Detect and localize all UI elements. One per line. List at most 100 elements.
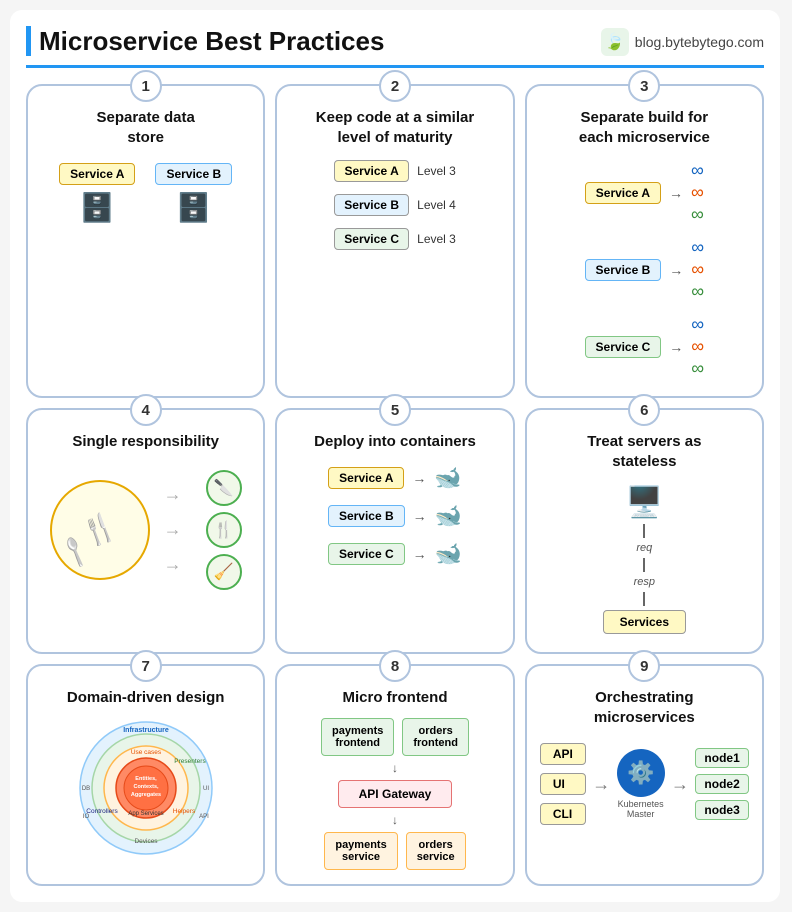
svg-text:Devices: Devices	[134, 838, 158, 845]
orch-cli-label: CLI	[540, 803, 586, 825]
card-9: 9 Orchestratingmicroservices API UI CLI …	[525, 664, 764, 886]
cards-grid: 1 Separate datastore Service A 🗄️ Servic…	[26, 84, 764, 886]
services-bottom-row: paymentsservice ordersservice	[324, 832, 465, 870]
line-req	[643, 524, 645, 538]
db-b-icon: 🗄️	[176, 191, 211, 224]
arrow-c: →	[669, 339, 683, 355]
line-services	[643, 592, 645, 606]
build-row-c: Service C → ∞ ∞ ∞	[585, 314, 705, 379]
deploy-svc-a: Service A	[328, 467, 404, 489]
svg-text:Contexts,: Contexts,	[133, 784, 159, 790]
monitor-icon: 🖥️	[626, 485, 663, 520]
svg-text:Aggregates: Aggregates	[131, 792, 161, 798]
payments-service-box: paymentsservice	[324, 832, 397, 870]
tools-circle: 🍴 🥄	[50, 480, 150, 580]
deploy-arrow-b: →	[413, 508, 427, 524]
services-box: Services	[603, 610, 686, 634]
ddd-diagram: Infrastructure Presenters Helpers Use ca…	[76, 718, 216, 858]
card-4-number: 4	[130, 394, 162, 426]
svg-text:Controllers: Controllers	[86, 808, 118, 815]
card-1-number: 1	[130, 70, 162, 102]
svg-text:Entities,: Entities,	[135, 776, 157, 782]
responsibility-diagram: 🍴 🥄 → → → 🔪 🍴 🧹	[38, 462, 253, 598]
req-label: req	[636, 542, 652, 554]
docker-icon-b: 🐋	[435, 503, 462, 529]
level-row-c: Service C Level 3	[334, 228, 456, 250]
tool-2: 🍴	[206, 512, 242, 548]
card-8-body: paymentsfrontend ordersfrontend ↓ API Ga…	[287, 718, 502, 870]
deploy-arrow-a: →	[412, 470, 426, 486]
deploy-row-c: Service C → 🐋	[328, 541, 462, 567]
svg-text:Presenters: Presenters	[174, 758, 206, 765]
resp-label: resp	[634, 576, 655, 588]
card-3: 3 Separate build foreach microservice Se…	[525, 84, 764, 398]
card-9-title: Orchestratingmicroservices	[537, 688, 752, 727]
node1-label: node1	[695, 748, 748, 768]
svg-text:DB: DB	[81, 786, 89, 792]
card-4-title: Single responsibility	[38, 432, 253, 452]
node3-label: node3	[695, 800, 748, 820]
header-logo: 🍃 blog.bytebytego.com	[601, 28, 764, 56]
card-7-number: 7	[130, 650, 162, 682]
card-2-body: Service A Level 3 Service B Level 4 Serv…	[287, 157, 502, 253]
card-2: 2 Keep code at a similarlevel of maturit…	[275, 84, 514, 398]
service-a-box: Service A 🗄️	[59, 163, 135, 224]
svg-text:Infrastructure: Infrastructure	[123, 727, 169, 734]
tool-3: 🧹	[206, 554, 242, 590]
service-a-label: Service A	[59, 163, 135, 185]
orch-ui-label: UI	[540, 773, 586, 795]
arrow-from-gateway: ↓	[392, 813, 398, 827]
k8s-wheel-icon: ⚙️	[617, 749, 665, 797]
card-9-number: 9	[628, 650, 660, 682]
header: Microservice Best Practices 🍃 blog.byteb…	[26, 26, 764, 68]
card-6-body: 🖥️ req resp Services	[537, 481, 752, 638]
level-svc-c: Service C	[334, 228, 409, 250]
svg-text:API: API	[199, 814, 209, 820]
card-8-number: 8	[379, 650, 411, 682]
card-9-body: API UI CLI → ⚙️ KubernetesMaster →	[537, 737, 752, 831]
level-row-a: Service A Level 3	[334, 160, 456, 182]
card-6-number: 6	[628, 394, 660, 426]
deploy-svc-c: Service C	[328, 543, 405, 565]
stateless-diagram: 🖥️ req resp Services	[603, 481, 686, 638]
card-1-body: Service A 🗄️ Service B 🗄️	[38, 157, 253, 224]
card-7-title: Domain-driven design	[38, 688, 253, 708]
card-8-title: Micro frontend	[287, 688, 502, 708]
card-5-body: Service A → 🐋 Service B → 🐋 Service C → …	[287, 462, 502, 570]
build-row-b: Service B → ∞ ∞ ∞	[585, 237, 705, 302]
node2-label: node2	[695, 774, 748, 794]
frontend-top-row: paymentsfrontend ordersfrontend	[321, 718, 469, 756]
level-svc-a: Service A	[334, 160, 409, 182]
arrows-area: → → →	[164, 484, 182, 575]
frontend-area: paymentsfrontend ordersfrontend ↓ API Ga…	[287, 718, 502, 870]
orch-diagram: API UI CLI → ⚙️ KubernetesMaster →	[537, 737, 752, 831]
build-svc-a: Service A	[585, 182, 661, 204]
level-val-a: Level 3	[417, 164, 456, 178]
card-5-title: Deploy into containers	[287, 432, 502, 452]
svg-text:Use cases: Use cases	[130, 749, 161, 756]
card-2-number: 2	[379, 70, 411, 102]
logo-icon: 🍃	[601, 28, 629, 56]
build-row-a: Service A → ∞ ∞ ∞	[585, 160, 704, 225]
page-title: Microservice Best Practices	[26, 26, 384, 57]
single-tools: 🔪 🍴 🧹	[206, 470, 242, 590]
card-4-body: 🍴 🥄 → → → 🔪 🍴 🧹	[38, 462, 253, 598]
k8s-master-area: ⚙️ KubernetesMaster	[617, 749, 665, 819]
svg-text:Helpers: Helpers	[172, 808, 195, 815]
orch-right: node1 node2 node3	[695, 748, 748, 820]
deploy-row-b: Service B → 🐋	[328, 503, 462, 529]
line-resp	[643, 558, 645, 572]
service-b-label: Service B	[155, 163, 232, 185]
arrow-to-gateway: ↓	[392, 761, 398, 775]
card-1: 1 Separate datastore Service A 🗄️ Servic…	[26, 84, 265, 398]
card-4: 4 Single responsibility 🍴 🥄 → → →	[26, 408, 265, 654]
svg-text:App Services: App Services	[128, 811, 163, 817]
card-6-title: Treat servers asstateless	[537, 432, 752, 471]
card-3-body: Service A → ∞ ∞ ∞ Service B → ∞ ∞ ∞	[537, 157, 752, 382]
orch-api-label: API	[540, 743, 586, 765]
service-boxes-1: Service A 🗄️ Service B 🗄️	[59, 163, 232, 224]
level-row-b: Service B Level 4	[334, 194, 456, 216]
service-b-box: Service B 🗄️	[155, 163, 232, 224]
orders-frontend-box: ordersfrontend	[402, 718, 469, 756]
card-3-number: 3	[628, 70, 660, 102]
